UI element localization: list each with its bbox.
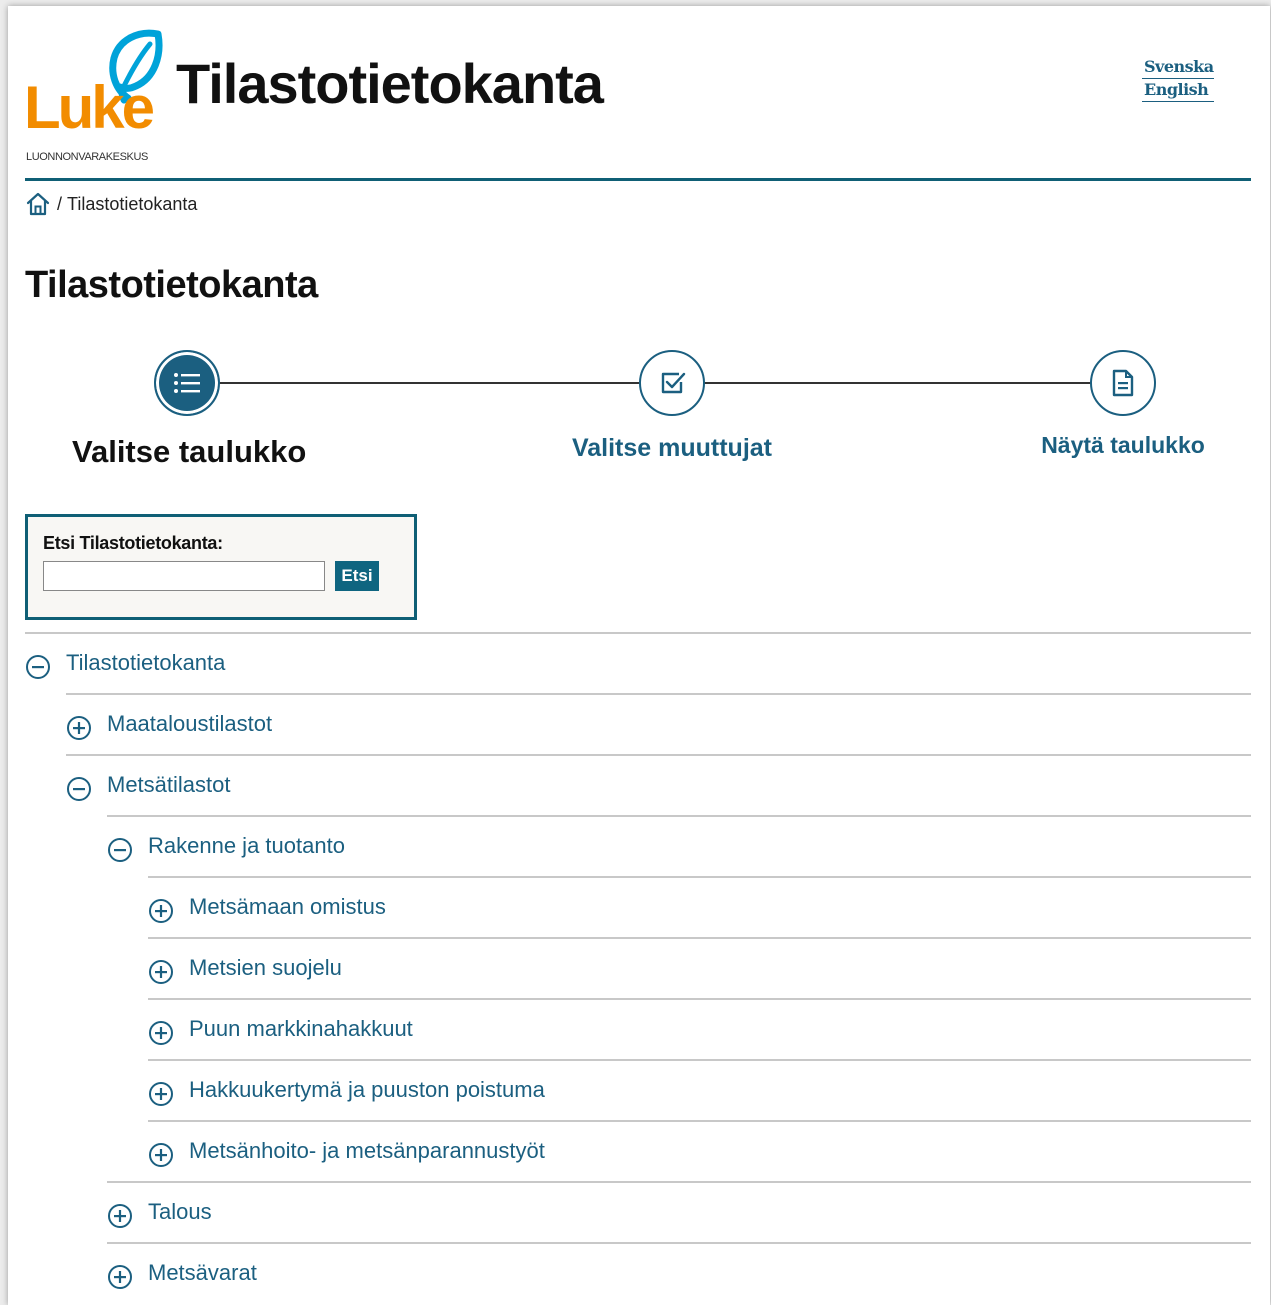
list-icon bbox=[174, 373, 200, 393]
site-title: Tilastotietokanta bbox=[176, 52, 604, 115]
language-link-svenska[interactable]: Svenska bbox=[1142, 56, 1214, 79]
step-2-circle[interactable] bbox=[639, 350, 705, 416]
tree-item-label[interactable]: Rakenne ja tuotanto bbox=[148, 833, 345, 859]
tree-item-talous[interactable]: Talous bbox=[107, 1181, 1251, 1242]
checkbox-icon bbox=[661, 372, 686, 394]
expand-icon[interactable] bbox=[66, 715, 92, 741]
tree-item-label[interactable]: Hakkuukertymä ja puuston poistuma bbox=[189, 1077, 545, 1103]
home-icon[interactable] bbox=[25, 191, 51, 217]
tree-item-metsatilastot[interactable]: Metsätilastot bbox=[66, 754, 1251, 815]
tree-item-label[interactable]: Puun markkinahakkuut bbox=[189, 1016, 413, 1042]
tree-item-metsien-suojelu[interactable]: Metsien suojelu bbox=[148, 937, 1251, 998]
tree-divider bbox=[107, 1181, 1251, 1183]
search-input[interactable] bbox=[43, 561, 325, 591]
expand-icon[interactable] bbox=[107, 1264, 133, 1290]
luke-logo[interactable]: Luke LUONNONVARAKESKUS bbox=[24, 26, 164, 166]
tree-item-label[interactable]: Metsänhoito- ja metsänparannustyöt bbox=[189, 1138, 545, 1164]
site-header: Luke LUONNONVARAKESKUS Tilastotietokanta… bbox=[8, 6, 1270, 182]
collapse-icon[interactable] bbox=[107, 837, 133, 863]
language-link-english[interactable]: English bbox=[1142, 79, 1214, 102]
stepper-connector bbox=[704, 382, 1092, 384]
tree-divider bbox=[148, 937, 1251, 939]
collapse-icon[interactable] bbox=[25, 654, 51, 680]
tree-item-rakenne-ja-tuotanto[interactable]: Rakenne ja tuotanto bbox=[107, 815, 1251, 876]
header-divider bbox=[25, 178, 1251, 181]
tree-item-label[interactable]: Metsämaan omistus bbox=[189, 894, 386, 920]
progress-stepper: Valitse taulukko Valitse muuttujat Näytä… bbox=[8, 346, 1270, 476]
search-button[interactable]: Etsi bbox=[335, 561, 379, 591]
tree-item-metsanhoito[interactable]: Metsänhoito- ja metsänparannustyöt bbox=[148, 1120, 1251, 1181]
tree-divider bbox=[148, 1059, 1251, 1061]
tree-item-label[interactable]: Maataloustilastot bbox=[107, 711, 272, 737]
expand-icon[interactable] bbox=[148, 898, 174, 924]
logo-subtitle: LUONNONVARAKESKUS bbox=[26, 151, 148, 163]
stepper-connector bbox=[218, 382, 642, 384]
tree-item-maataloustilastot[interactable]: Maataloustilastot bbox=[66, 693, 1251, 754]
tree-item-label[interactable]: Talous bbox=[148, 1199, 212, 1225]
page-title: Tilastotietokanta bbox=[25, 264, 318, 306]
expand-icon[interactable] bbox=[148, 1081, 174, 1107]
logo-wordmark: Luke bbox=[24, 74, 155, 141]
search-label: Etsi Tilastotietokanta: bbox=[43, 533, 223, 553]
tree-divider bbox=[148, 998, 1251, 1000]
tree-item-label[interactable]: Tilastotietokanta bbox=[66, 650, 225, 676]
tree-divider bbox=[107, 1242, 1251, 1244]
breadcrumb: / Tilastotietokanta bbox=[25, 190, 197, 218]
tree-divider bbox=[148, 876, 1251, 878]
tree-item-label[interactable]: Metsävarat bbox=[148, 1260, 257, 1286]
tree-item-metsavarat[interactable]: Metsävarat bbox=[107, 1242, 1251, 1303]
language-switcher: Svenska English bbox=[1142, 56, 1214, 102]
search-panel: Etsi Tilastotietokanta: Etsi bbox=[25, 514, 417, 620]
tree-divider bbox=[107, 815, 1251, 817]
document-icon bbox=[1112, 369, 1134, 397]
expand-icon[interactable] bbox=[148, 1142, 174, 1168]
breadcrumb-current: Tilastotietokanta bbox=[67, 193, 198, 214]
expand-icon[interactable] bbox=[107, 1203, 133, 1229]
tree-item-puun-markkinahakkuut[interactable]: Puun markkinahakkuut bbox=[148, 998, 1251, 1059]
step-1-circle[interactable] bbox=[154, 350, 220, 416]
expand-icon[interactable] bbox=[148, 1020, 174, 1046]
tree-item-tilastotietokanta[interactable]: Tilastotietokanta bbox=[25, 632, 1251, 693]
expand-icon[interactable] bbox=[148, 959, 174, 985]
breadcrumb-separator: / bbox=[57, 193, 63, 214]
tree-divider bbox=[66, 693, 1251, 695]
step-2-label[interactable]: Valitse muuttujat bbox=[562, 434, 782, 463]
tree-item-label[interactable]: Metsätilastot bbox=[107, 772, 231, 798]
tree-divider bbox=[25, 632, 1251, 634]
step-1-label[interactable]: Valitse taulukko bbox=[72, 434, 306, 470]
tree-item-metsamaan-omistus[interactable]: Metsämaan omistus bbox=[148, 876, 1251, 937]
tree-divider bbox=[148, 1120, 1251, 1122]
tree-item-label[interactable]: Metsien suojelu bbox=[189, 955, 342, 981]
step-3-label[interactable]: Näytä taulukko bbox=[1028, 432, 1218, 459]
tree-item-hakkuukertyma[interactable]: Hakkuukertymä ja puuston poistuma bbox=[148, 1059, 1251, 1120]
collapse-icon[interactable] bbox=[66, 776, 92, 802]
step-3-circle[interactable] bbox=[1090, 350, 1156, 416]
tree-divider bbox=[66, 754, 1251, 756]
page: Luke LUONNONVARAKESKUS Tilastotietokanta… bbox=[8, 6, 1270, 1305]
